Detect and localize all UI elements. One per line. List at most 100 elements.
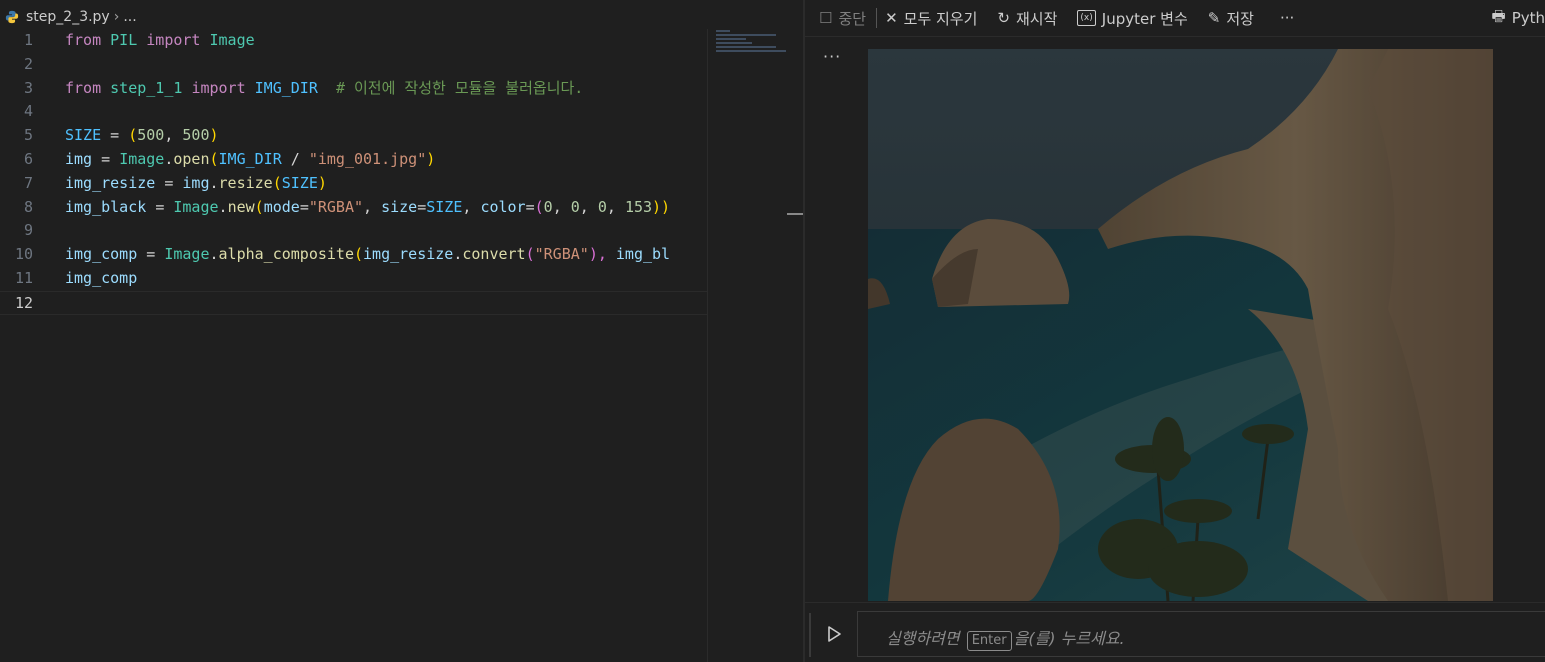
code-line[interactable]: 11 img_comp [0,267,707,291]
token: 500 [182,126,210,145]
code-line-current[interactable]: 12 [0,290,707,315]
token: . [218,197,228,216]
more-actions-button[interactable]: ··· [1280,0,1294,37]
token: , [363,197,382,216]
token: Image [209,31,255,49]
token: = [101,149,111,168]
clear-all-button[interactable]: ✕ 모두 지우기 [885,0,977,37]
line-number: 10 [14,245,33,264]
token: PIL [110,31,138,49]
token: open [173,149,210,168]
token: 0 [597,197,607,216]
token: alpha_composite [218,245,354,264]
python-file-icon [5,10,19,24]
token: ( [354,245,364,264]
token: ( [209,149,219,168]
token: resize [218,173,273,192]
line-number: 7 [23,173,33,192]
more-actions-label: ··· [1279,9,1295,27]
code-area[interactable]: 1 from PIL import Image 2 3 from step_1_1 … [0,29,707,315]
token: "RGBA" [534,245,589,264]
cell-output: ··· [805,37,1545,602]
token: from [65,31,102,49]
token: size [381,197,418,216]
breadcrumb-file[interactable]: step_2_3.py [26,9,110,25]
token: import [191,78,246,97]
token: ( [254,197,264,216]
code-line[interactable]: 1 from PIL import Image [0,29,707,53]
close-icon: ✕ [885,9,898,27]
chevron-right-icon: › [113,9,120,25]
token: img_resize [363,245,454,264]
token: , [552,197,571,216]
token: ) [426,149,436,168]
editor-scrollbar[interactable] [787,29,803,662]
token: ( [128,126,138,145]
token: = [525,197,535,216]
token: = [155,197,165,216]
token: SIZE [426,197,463,216]
save-label: 저장 [1226,9,1254,28]
token: . [209,245,219,264]
code-editor[interactable]: step_2_3.py › ... 1 from PIL import Image… [0,0,803,662]
line-number: 9 [23,221,33,240]
placeholder-text: 실행하려면 [886,629,960,648]
token: = [146,245,156,264]
token: = [110,126,120,145]
toolbar-separator [876,8,878,28]
placeholder-text: 을(를) 누르세요. [1013,629,1125,648]
code-line[interactable]: 10 img_comp = Image.alpha_composite(img_r… [0,243,707,267]
token: SIZE [65,126,102,145]
minimap[interactable] [707,29,788,662]
code-line[interactable]: 4 [0,100,707,124]
save-button[interactable]: ✎ 저장 [1208,0,1254,37]
interactive-window: ☐ 중단 ✕ 모두 지우기 ↻ 재시작 (x) Jupyter 변수 ✎ 저장 ··· 🖶… [805,0,1545,662]
save-icon: ✎ [1207,9,1221,27]
token: import [146,31,201,49]
token: img_comp [65,268,138,287]
jupyter-variables-button[interactable]: (x) Jupyter 변수 [1077,0,1188,37]
code-line[interactable]: 3 from step_1_1 import IMG_DIR # 이전에 작성한 … [0,77,707,101]
code-line[interactable]: 5 SIZE = (500, 500) [0,124,707,148]
token: ( [534,197,544,216]
code-line[interactable]: 2 [0,53,707,77]
line-number: 6 [23,149,33,168]
code-line[interactable]: 8 img_black = Image.new(mode="RGBA", size… [0,196,707,220]
restart-button[interactable]: ↻ 재시작 [997,0,1057,37]
play-icon[interactable] [825,625,843,643]
output-more-button[interactable]: ··· [823,47,841,66]
token: from [65,78,102,97]
token: 0 [543,197,553,216]
token: , [579,197,598,216]
token: , [462,197,481,216]
interrupt-label: 중단 [838,9,867,28]
code-line[interactable]: 6 img = Image.open(IMG_DIR / "img_001.jpg… [0,148,707,172]
token: 500 [137,126,165,145]
token: 153 [624,197,653,216]
coastline-photo [868,49,1493,601]
scrollbar-thumb[interactable] [787,213,803,215]
token: ) [209,126,219,145]
kernel-picker[interactable]: 🖶 Pyth [1492,0,1545,37]
restart-icon: ↻ [997,9,1010,27]
interactive-input-bar: 실행하려면 Enter 을(를) 누르세요. [805,602,1545,662]
token: "img_001.jpg" [308,149,427,168]
breadcrumb-more[interactable]: ... [123,9,136,25]
token: IMG_DIR [254,78,318,97]
token: ( [272,173,282,192]
token: mode [263,197,300,216]
code-line[interactable]: 7 img_resize = img.resize(SIZE) [0,172,707,196]
code-line[interactable]: 9 [0,219,707,243]
restart-label: 재시작 [1016,9,1058,28]
clear-all-label: 모두 지우기 [903,9,978,28]
variables-icon: (x) [1077,10,1096,26]
input-gutter [809,613,811,657]
interactive-toolbar: ☐ 중단 ✕ 모두 지우기 ↻ 재시작 (x) Jupyter 변수 ✎ 저장 ··· 🖶… [805,0,1545,37]
interrupt-button[interactable]: ☐ 중단 [819,0,866,37]
token: img_comp [65,245,138,264]
code-input[interactable]: 실행하려면 Enter 을(를) 누르세요. [857,611,1545,657]
token: 0 [570,197,580,216]
variables-label: Jupyter 변수 [1101,9,1188,28]
token: convert [462,245,526,264]
token: ( [525,245,535,264]
